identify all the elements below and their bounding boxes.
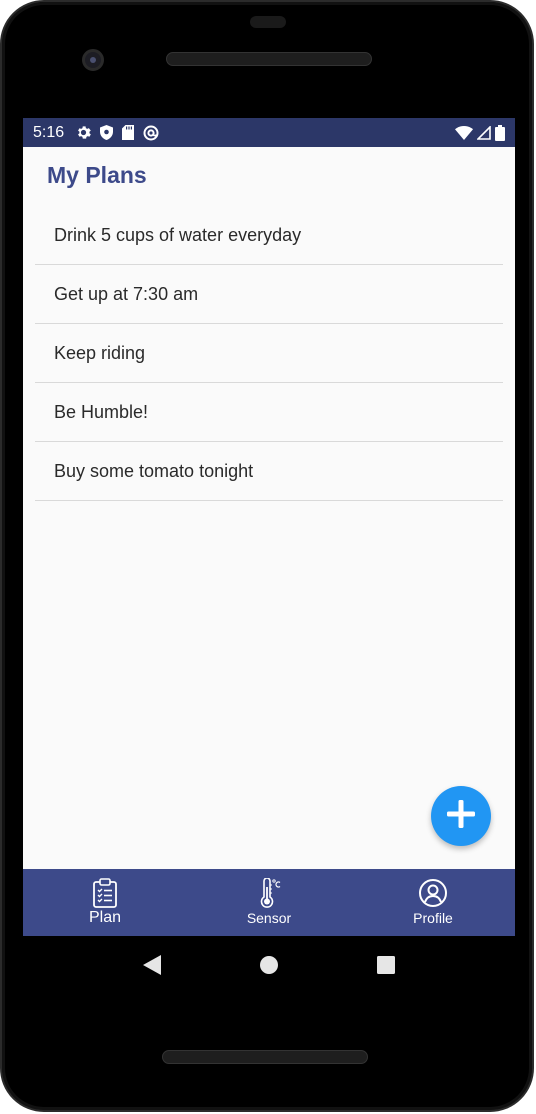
bottom-speaker-grille — [162, 1050, 368, 1064]
plan-list-item[interactable]: Drink 5 cups of water everyday — [35, 207, 503, 265]
clipboard-list-icon — [92, 877, 118, 909]
nav-label-sensor: Sensor — [246, 910, 292, 926]
top-speaker-grille — [166, 52, 372, 66]
earpiece-notch — [250, 16, 286, 28]
signal-icon — [477, 125, 491, 140]
add-plan-button[interactable] — [431, 786, 491, 846]
status-time: 5:16 — [33, 123, 65, 141]
home-circle-icon[interactable] — [249, 945, 289, 985]
app-screen: 5:16 My Plans Drink 5 cups of water ever… — [23, 118, 515, 936]
plan-list-item[interactable]: Keep riding — [35, 324, 503, 383]
user-circle-icon — [418, 877, 448, 909]
bottom-navigation: Plan Sensor Profile — [23, 869, 515, 936]
status-icons-right — [455, 124, 505, 141]
thermometer-icon — [256, 877, 282, 909]
page-title: My Plans — [47, 162, 147, 188]
nav-item-profile[interactable]: Profile — [351, 869, 515, 936]
plan-list-item[interactable]: Buy some tomato tonight — [35, 442, 503, 501]
status-icons-left — [76, 125, 159, 141]
status-bar: 5:16 — [23, 118, 515, 147]
plan-list-item[interactable]: Be Humble! — [35, 383, 503, 442]
back-triangle-icon[interactable] — [132, 945, 172, 985]
phone-frame: 5:16 My Plans Drink 5 cups of water ever… — [0, 0, 534, 1112]
wifi-icon — [455, 125, 473, 140]
shield-icon — [100, 125, 114, 140]
settings-gear-icon — [76, 125, 91, 140]
system-navigation-bar — [23, 936, 515, 994]
nav-item-sensor[interactable]: Sensor — [187, 869, 351, 936]
sd-card-icon — [122, 125, 135, 140]
plus-icon — [445, 798, 477, 835]
plan-list-item[interactable]: Get up at 7:30 am — [35, 265, 503, 324]
front-camera — [82, 49, 104, 71]
nav-label-plan: Plan — [88, 909, 122, 926]
recents-square-icon[interactable] — [366, 945, 406, 985]
battery-icon — [495, 124, 505, 141]
nav-item-plan[interactable]: Plan — [23, 869, 187, 936]
plan-list: Drink 5 cups of water everyday Get up at… — [35, 207, 503, 501]
nav-label-profile: Profile — [413, 910, 453, 926]
at-sign-icon — [143, 125, 159, 141]
